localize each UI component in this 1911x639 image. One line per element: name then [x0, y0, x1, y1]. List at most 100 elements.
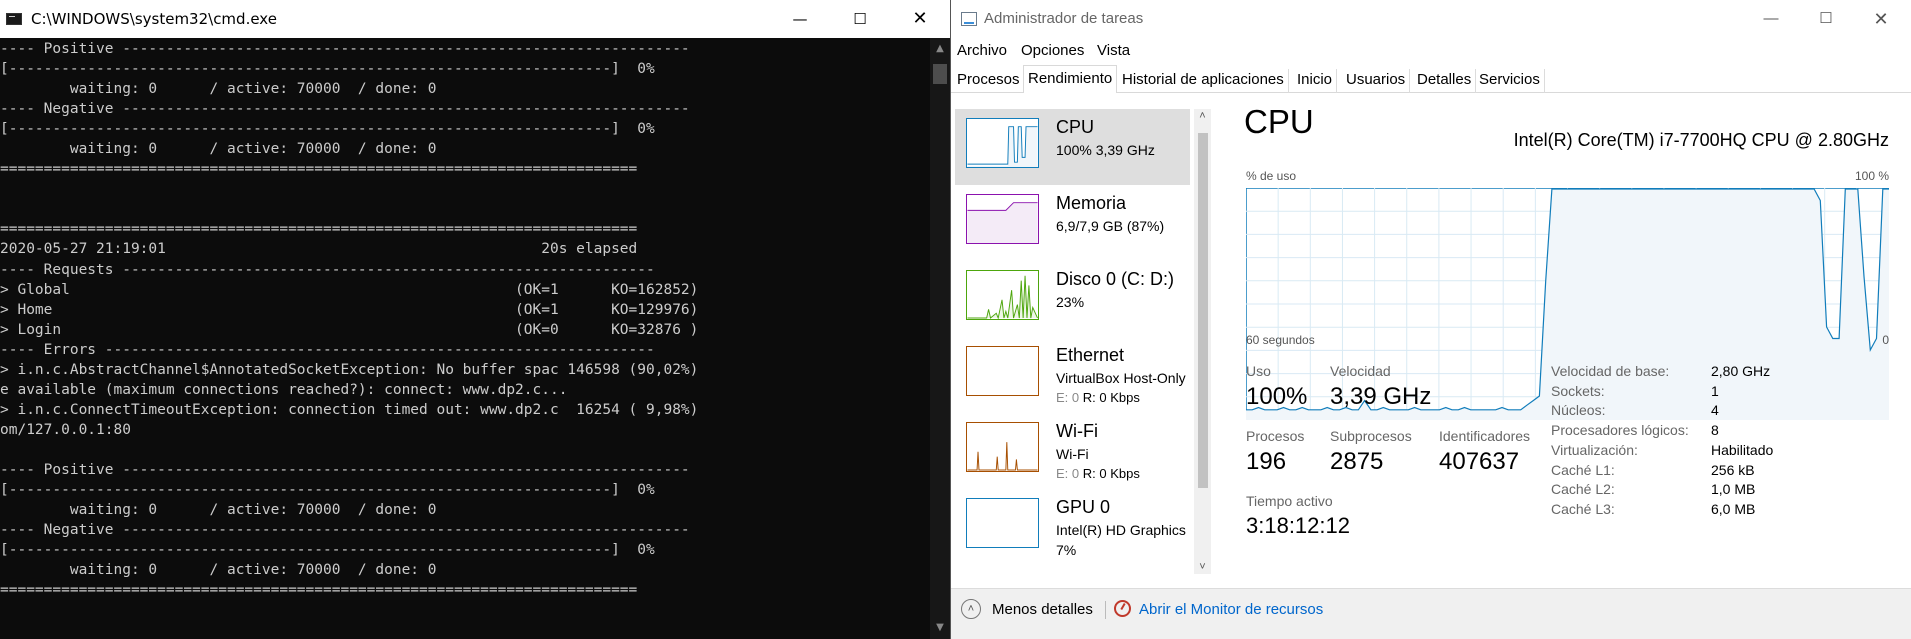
graph-label-zero: 0 [1882, 333, 1889, 347]
tab-usuarios[interactable]: Usuarios [1342, 69, 1411, 93]
spec-value: 1 [1711, 382, 1719, 399]
resource-disco-title: Disco 0 (C: D:) [1056, 269, 1175, 289]
chevron-up-circle-icon[interactable]: ˄ [961, 599, 981, 619]
spec-value: 256 kB [1711, 461, 1755, 478]
chevron-down-icon[interactable]: ˅ [1194, 561, 1211, 573]
tab-bar: Procesos Rendimiento Historial de aplica… [951, 64, 1911, 94]
speed-label: Velocidad [1330, 363, 1391, 379]
tab-historial[interactable]: Historial de aplicaciones [1118, 69, 1289, 93]
taskmgr-title: Administrador de tareas [984, 10, 1144, 27]
resource-ethernet-title: Ethernet [1056, 345, 1125, 365]
uptime-label: Tiempo activo [1246, 493, 1333, 509]
console-text: ---- Positive --------------------------… [0, 41, 699, 599]
uptime-value: 3:18:12:12 [1246, 513, 1350, 538]
close-button[interactable]: ✕ [890, 0, 950, 38]
wifi-send: E: 0 [1056, 466, 1080, 481]
scroll-up-icon[interactable]: ▲ [930, 40, 950, 58]
memory-thumbnail-graph [966, 194, 1039, 244]
graph-label-time: 60 segundos [1246, 333, 1315, 347]
fewer-details-button[interactable]: Menos detalles [992, 601, 1093, 618]
taskmgr-titlebar[interactable]: Administrador de tareas — ☐ ✕ [951, 0, 1911, 38]
console-scrollbar[interactable]: ▲ ▼ [930, 38, 950, 639]
spec-value: Habilitado [1711, 441, 1774, 458]
resource-list-scrollbar[interactable]: ˄ ˅ [1194, 109, 1211, 574]
tm-maximize-button[interactable]: ☐ [1796, 0, 1856, 38]
ethernet-thumbnail-graph [966, 346, 1039, 396]
resource-disco[interactable]: Disco 0 (C: D:) 23% [955, 261, 1190, 337]
resource-list: CPU 100% 3,39 GHz Memoria 6,9/7,9 GB (87… [955, 109, 1190, 574]
open-resource-monitor-link[interactable]: Abrir el Monitor de recursos [1139, 601, 1323, 618]
wifi-receive: R: 0 Kbps [1082, 466, 1140, 481]
threads-label: Subprocesos [1330, 428, 1412, 444]
ethernet-receive: R: 0 Kbps [1082, 390, 1140, 405]
tab-servicios[interactable]: Servicios [1475, 69, 1545, 93]
menu-opciones[interactable]: Opciones [1021, 42, 1084, 59]
resource-cpu-value: 100% 3,39 GHz [1056, 142, 1155, 158]
menu-archivo[interactable]: Archivo [957, 42, 1007, 59]
graph-label-usage: % de uso [1246, 169, 1297, 183]
menubar: Archivo Opciones Vista [951, 38, 1911, 64]
usage-value: 100% [1246, 383, 1308, 410]
disk-thumbnail-graph [966, 270, 1039, 320]
spec-value: 1,0 MB [1711, 481, 1756, 498]
resource-memoria-value: 6,9/7,9 GB (87%) [1056, 218, 1165, 234]
resource-gpu[interactable]: GPU 0 Intel(R) HD Graphics 7% [955, 489, 1190, 565]
cpu-thumbnail-graph [966, 118, 1039, 168]
threads-value: 2875 [1330, 448, 1384, 475]
minimize-button[interactable]: — [770, 0, 830, 38]
resource-gpu-title: GPU 0 [1056, 497, 1111, 517]
resource-wifi[interactable]: Wi-Fi Wi-Fi E: 0 R: 0 Kbps [955, 413, 1190, 489]
resource-ethernet[interactable]: Ethernet VirtualBox Host-Only E: 0 R: 0 … [955, 337, 1190, 413]
gpu-thumbnail-graph [966, 498, 1039, 548]
speed-value: 3,39 GHz [1330, 383, 1432, 410]
tab-inicio[interactable]: Inicio [1293, 69, 1338, 93]
cmd-titlebar[interactable]: C:\WINDOWS\system32\cmd.exe — ☐ ✕ [0, 0, 950, 38]
console-scroll-thumb[interactable] [933, 64, 947, 84]
tab-procesos[interactable]: Procesos [953, 69, 1025, 93]
tab-detalles[interactable]: Detalles [1413, 69, 1477, 93]
scroll-down-icon[interactable]: ▼ [930, 619, 950, 637]
processes-value: 196 [1246, 448, 1287, 475]
wifi-thumbnail-graph [966, 422, 1039, 472]
ethernet-send: E: 0 [1056, 390, 1080, 405]
tm-minimize-button[interactable]: — [1741, 0, 1801, 38]
footer-divider [1105, 601, 1106, 619]
resource-gpu-model: Intel(R) HD Graphics [1056, 522, 1186, 538]
spec-label: Velocidad de base: [1551, 363, 1670, 379]
resource-list-scroll-thumb[interactable] [1198, 133, 1208, 488]
spec-label: Virtualización: [1551, 441, 1638, 458]
resource-wifi-title: Wi-Fi [1056, 421, 1098, 441]
performance-panel: CPU 100% 3,39 GHz Memoria 6,9/7,9 GB (87… [951, 93, 1911, 588]
cpu-model: Intel(R) Core(TM) i7-7700HQ CPU @ 2.80GH… [1513, 130, 1889, 150]
resource-wifi-throughput: E: 0 R: 0 Kbps [1056, 466, 1140, 481]
handles-label: Identificadores [1439, 428, 1531, 444]
tm-close-button[interactable]: ✕ [1851, 0, 1911, 38]
handles-value: 407637 [1439, 448, 1520, 475]
resource-memoria-title: Memoria [1056, 193, 1127, 213]
resource-cpu[interactable]: CPU 100% 3,39 GHz [955, 109, 1190, 185]
tab-rendimiento[interactable]: Rendimiento [1023, 65, 1118, 94]
chevron-up-icon[interactable]: ˄ [1194, 110, 1211, 122]
cmd-title: C:\WINDOWS\system32\cmd.exe [31, 10, 277, 28]
page-title: CPU [1244, 103, 1314, 140]
task-manager-window: Administrador de tareas — ☐ ✕ Archivo Op… [950, 0, 1911, 639]
task-manager-icon [961, 12, 977, 26]
footer-bar: ˄ Menos detalles Abrir el Monitor de rec… [951, 588, 1911, 639]
spec-value: 4 [1711, 402, 1719, 419]
maximize-button[interactable]: ☐ [830, 0, 890, 38]
resource-monitor-icon [1114, 600, 1131, 617]
graph-label-max: 100 % [1854, 169, 1889, 183]
menu-vista[interactable]: Vista [1097, 42, 1130, 59]
spec-value: 6,0 MB [1711, 500, 1756, 517]
spec-label: Caché L2: [1551, 481, 1615, 498]
cmd-window: C:\WINDOWS\system32\cmd.exe — ☐ ✕ ---- P… [0, 0, 950, 639]
spec-label: Caché L3: [1551, 500, 1615, 517]
spec-label: Caché L1: [1551, 461, 1615, 478]
spec-label: Núcleos: [1551, 402, 1606, 419]
resource-memoria[interactable]: Memoria 6,9/7,9 GB (87%) [955, 185, 1190, 261]
console-icon [6, 13, 22, 25]
spec-value: 2,80 GHz [1711, 363, 1771, 379]
resource-ethernet-adapter: VirtualBox Host-Only [1056, 370, 1186, 386]
processes-label: Procesos [1246, 428, 1305, 444]
console-output[interactable]: ---- Positive --------------------------… [0, 39, 930, 639]
